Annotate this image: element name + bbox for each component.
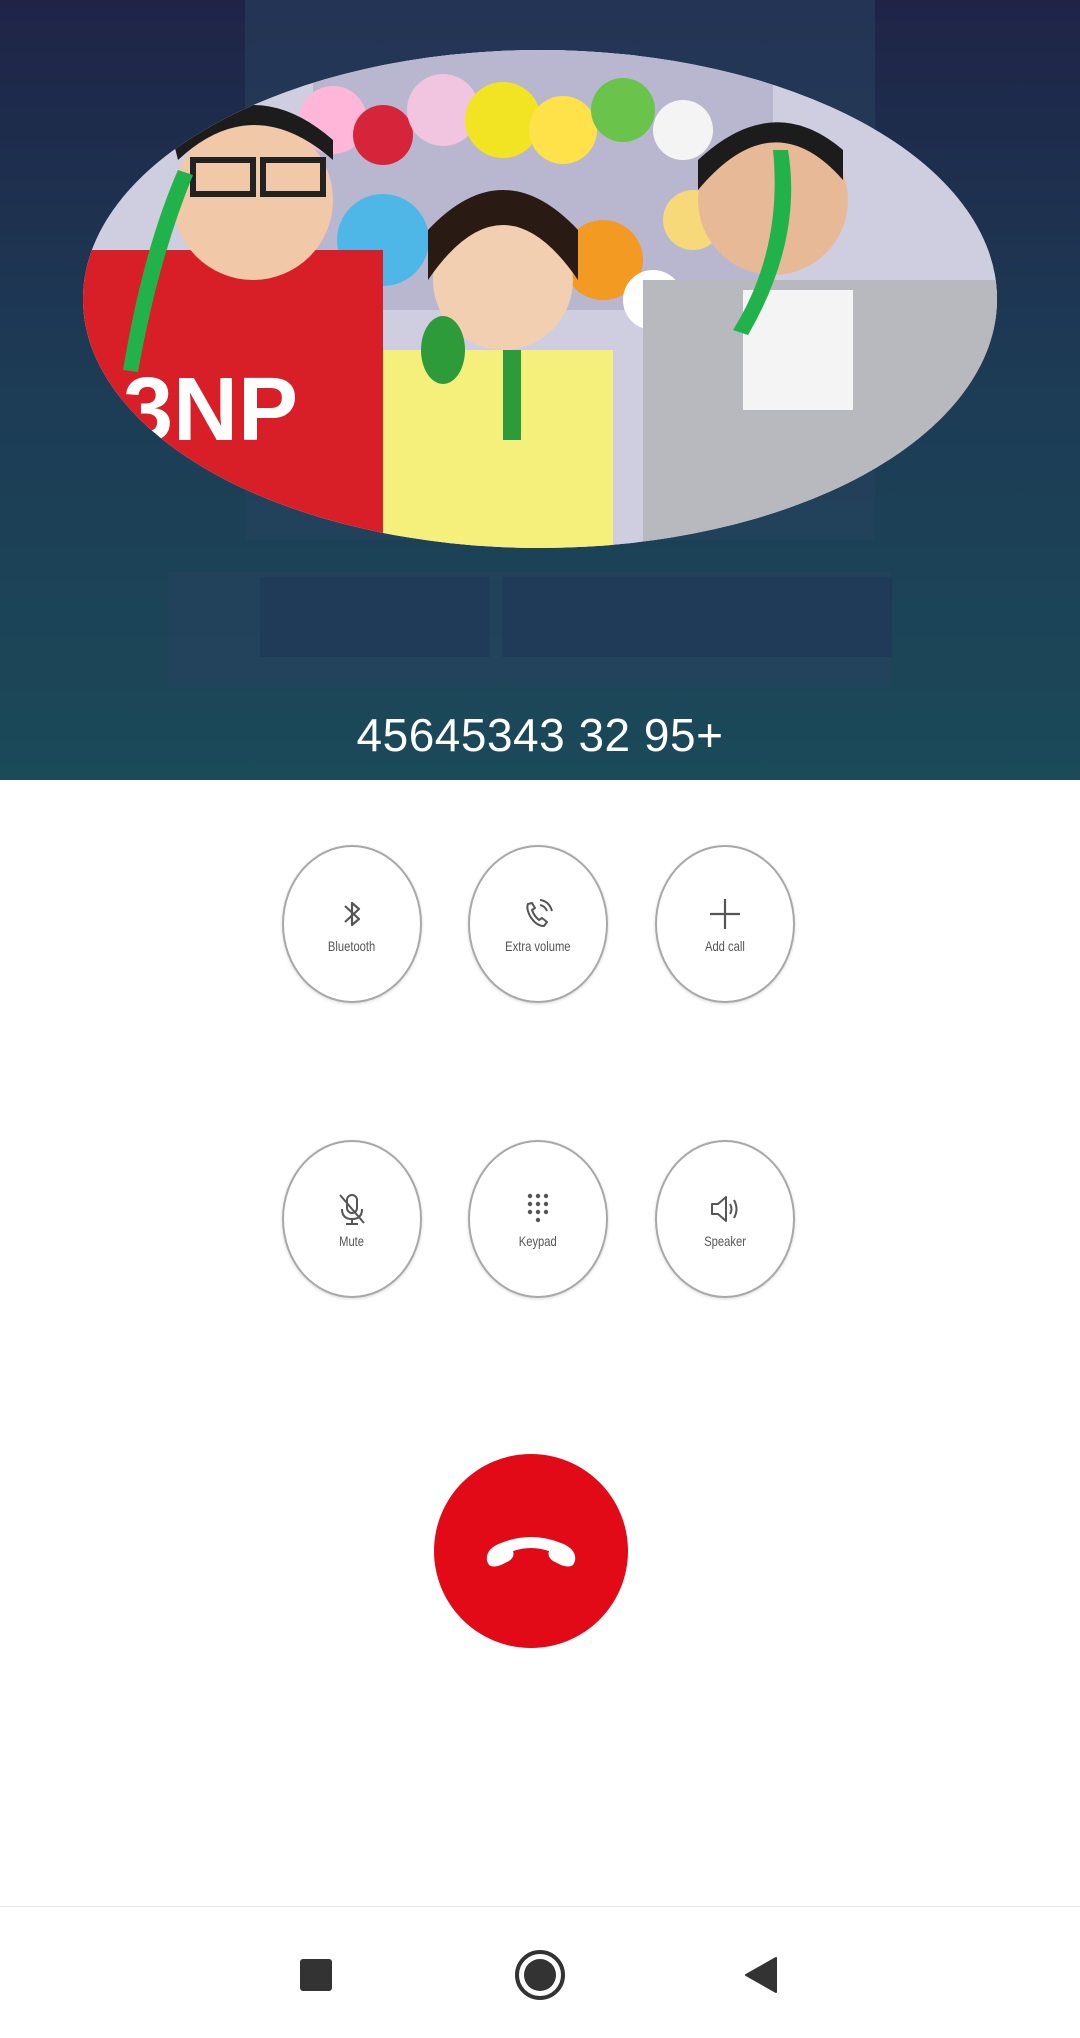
speaker-label: Speaker [704, 1233, 746, 1249]
keypad-label: Keypad [518, 1233, 557, 1249]
caller-photo: 3NP [83, 50, 997, 548]
keypad-button[interactable]: Keypad [468, 1140, 608, 1298]
background-block [260, 577, 490, 657]
caller-header: 3NP 45645343 32 95+ [0, 0, 1080, 780]
speaker-button[interactable]: Speaker [655, 1140, 795, 1298]
extra-volume-icon [526, 899, 553, 927]
navigation-bar [0, 1906, 1080, 2038]
mute-icon [339, 1194, 365, 1225]
bluetooth-label: Bluetooth [328, 938, 376, 954]
speaker-icon [711, 1196, 738, 1222]
background-block [502, 577, 892, 657]
add-call-button[interactable]: Add call [655, 845, 795, 1003]
bluetooth-button[interactable]: Bluetooth [282, 845, 422, 1003]
end-call-icon [486, 1537, 576, 1567]
end-call-button[interactable] [434, 1454, 628, 1648]
keypad-icon [527, 1193, 549, 1223]
triangle-back-icon [745, 1957, 777, 1993]
caller-number: 45645343 32 95+ [356, 709, 724, 761]
recents-button[interactable] [286, 1945, 346, 2005]
extra-volume-button[interactable]: Extra volume [468, 845, 608, 1003]
home-button[interactable] [510, 1945, 570, 2005]
mute-button[interactable]: Mute [282, 1140, 422, 1298]
bluetooth-icon [344, 901, 361, 927]
extra-volume-label: Extra volume [505, 938, 571, 954]
back-button[interactable] [730, 1945, 790, 2005]
square-icon [300, 1959, 332, 1991]
mute-label: Mute [339, 1233, 365, 1249]
svg-text:3NP: 3NP [123, 360, 298, 460]
add-call-label: Add call [705, 938, 745, 954]
circle-icon [515, 1950, 565, 2000]
add-call-icon [710, 899, 740, 929]
